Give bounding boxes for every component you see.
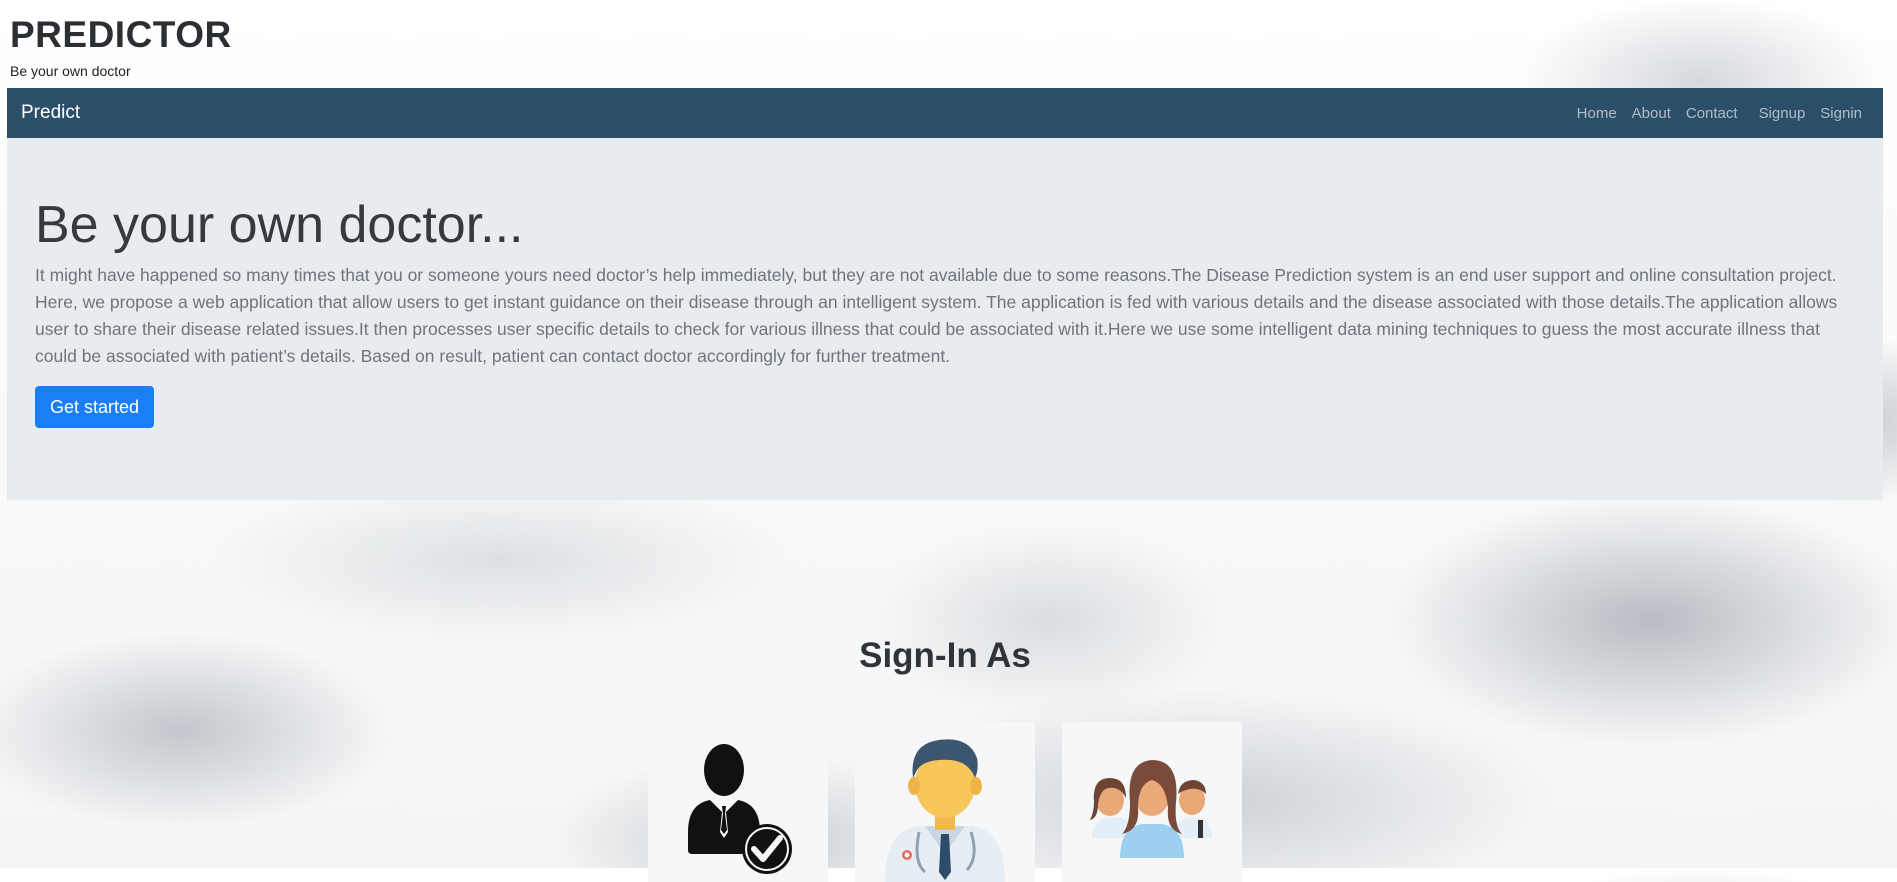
nav-home-link[interactable]: Home [1577,105,1617,122]
signin-section-title: Sign-In As [859,636,1031,675]
doctor-icon [885,739,1005,882]
hero-title: Be your own doctor... [35,196,524,254]
get-started-button[interactable]: Get started [35,386,154,428]
hero-jumbotron: Be your own doctor... It might have happ… [7,138,1883,500]
nav-signup-link[interactable]: Signup [1759,105,1806,122]
navbar: Predict Home About Contact Signup Signin [7,88,1883,138]
navbar-brand[interactable]: Predict [21,102,80,124]
site-title: PREDICTOR [10,14,232,55]
patients-group-icon [1090,760,1212,858]
nav-signin-link[interactable]: Signin [1820,105,1862,122]
signin-card-user[interactable] [648,722,828,882]
hero-description: It might have happened so many times tha… [35,265,1838,366]
site-tagline: Be your own doctor [10,63,131,79]
signin-card-patients[interactable] [1062,722,1242,882]
verified-user-icon [688,744,792,874]
nav-about-link[interactable]: About [1632,105,1671,122]
nav-links: Home About Contact Signup Signin [1562,105,1862,122]
signin-card-doctor[interactable] [855,722,1035,882]
nav-contact-link[interactable]: Contact [1686,105,1738,122]
